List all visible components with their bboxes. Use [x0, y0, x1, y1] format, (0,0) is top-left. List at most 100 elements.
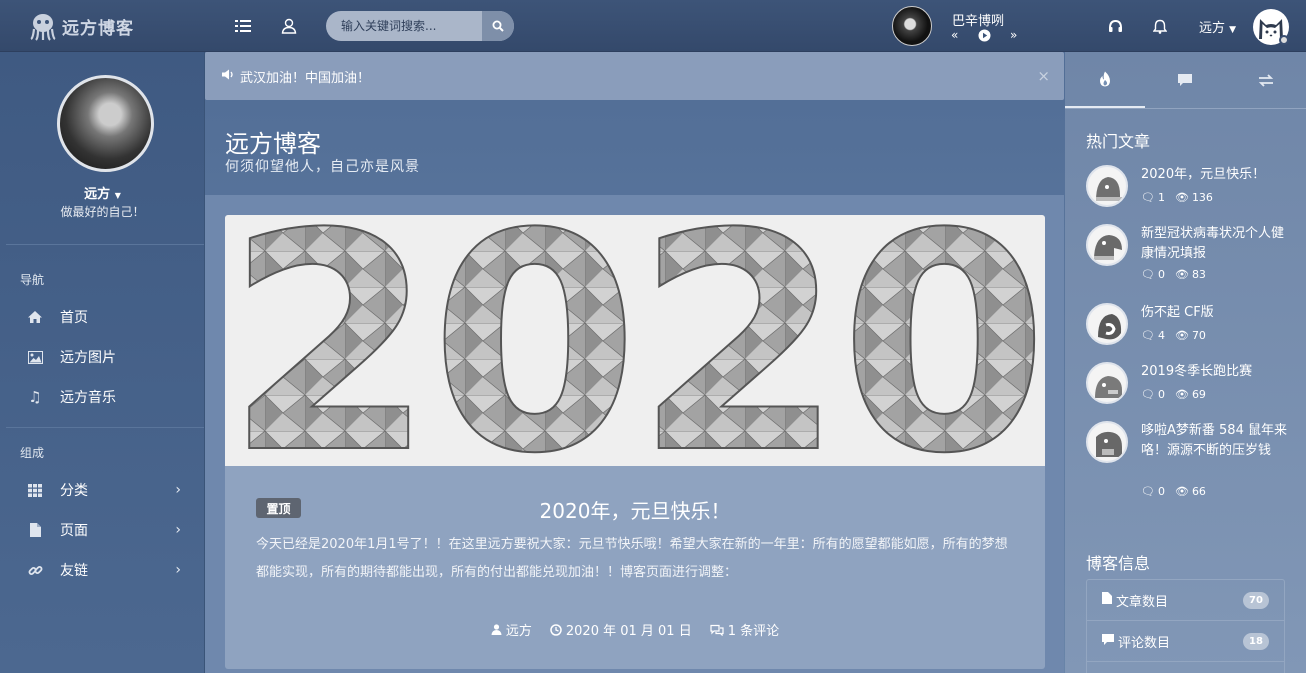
comment-icon	[1178, 74, 1193, 86]
hot-post-item[interactable]: 2020年，元旦快乐！ 🗨 1 👁 136	[1086, 165, 1296, 211]
hot-post-comments-count: 1	[1157, 191, 1165, 204]
hot-post-comments: 🗨 1	[1141, 191, 1165, 204]
info-count-badge: 70	[1243, 592, 1269, 609]
post-title[interactable]: 2020年，元旦快乐！	[225, 495, 1045, 524]
sidebar-item-links[interactable]: 友链 ›	[0, 550, 205, 590]
comments-icon: 🗨	[1141, 268, 1155, 281]
hot-post-views: 👁 69	[1175, 388, 1206, 401]
logo-text: 远方博客	[62, 18, 134, 39]
profile-name[interactable]: 远方 ▼	[0, 183, 205, 202]
profile-avatar[interactable]	[57, 75, 154, 172]
next-track-icon[interactable]: »	[1010, 28, 1017, 42]
hot-post-views: 👁 136	[1175, 191, 1213, 204]
hot-post-comments-count: 0	[1157, 268, 1165, 281]
post-author[interactable]: 远方	[491, 620, 532, 639]
post-cover-image[interactable]: 2020	[225, 215, 1045, 520]
top-header: 远方博客 巴辛博咧 « » 远方 ▼	[0, 0, 1306, 52]
music-title: 巴辛博咧	[952, 14, 1005, 29]
user-menu[interactable]: 远方 ▼	[1199, 17, 1236, 36]
eye-icon: 👁	[1174, 329, 1189, 342]
hot-post-thumb	[1086, 303, 1128, 345]
hot-post-views-count: 66	[1191, 485, 1206, 498]
toggle-sidebar-icon[interactable]	[233, 16, 253, 36]
hot-post-comments: 🗨 0	[1141, 388, 1165, 401]
grid-icon	[25, 483, 45, 497]
exchange-icon	[1258, 73, 1273, 87]
sidebar-item-categories[interactable]: 分类 ›	[0, 470, 205, 510]
user-icon[interactable]	[279, 16, 299, 36]
page-title: 远方博客	[225, 130, 321, 158]
hot-post-item[interactable]: 伤不起 CF版 🗨 4 👁 70	[1086, 303, 1296, 349]
right-sidebar: 热门文章 2020年，元旦快乐！ 🗨 1 👁 136 新型冠状病毒状况个人健康情况填…	[1065, 52, 1306, 673]
hot-post-stats: 🗨 0 👁 66	[1141, 485, 1206, 498]
bell-icon[interactable]	[1150, 16, 1170, 36]
hot-post-item[interactable]: 2019冬季长跑比赛 🗨 0 👁 69	[1086, 362, 1296, 408]
post-meta: 远方 2020 年 01 月 01 日 1 条评论	[225, 620, 1045, 639]
search-input[interactable]	[326, 11, 482, 41]
hot-post-comments-count: 0	[1157, 485, 1165, 498]
user-menu-label: 远方	[1199, 21, 1226, 36]
sidebar-item-home[interactable]: 首页	[0, 297, 205, 337]
blog-info-list: 文章数目 70 评论数目 18	[1086, 579, 1285, 673]
sidebar-item-label: 分类	[60, 483, 88, 499]
sidebar-item-music[interactable]: ♫ 远方音乐	[0, 377, 205, 417]
headphones-icon[interactable]	[1105, 16, 1125, 36]
music-cover[interactable]	[892, 6, 932, 46]
comments-icon: 🗨	[1141, 329, 1155, 342]
blog-info-heading: 博客信息	[1086, 554, 1151, 573]
prev-track-icon[interactable]: «	[951, 28, 958, 42]
close-icon[interactable]: ×	[1037, 67, 1050, 85]
chevron-right-icon: ›	[175, 522, 181, 538]
hot-post-thumb	[1086, 165, 1128, 207]
search-button[interactable]	[482, 11, 514, 41]
tab-comments[interactable]	[1145, 52, 1225, 108]
hot-post-views-count: 69	[1191, 388, 1206, 401]
image-icon	[25, 350, 45, 364]
post-card: 2020 置顶 2020年，元旦快乐！ 今天已经是2020年1月1号了！！在这里…	[225, 215, 1045, 669]
hot-post-comments: 🗨 4	[1141, 329, 1165, 342]
sidebar-item-label: 远方图片	[60, 350, 116, 366]
sidebar-item-pages[interactable]: 页面 ›	[0, 510, 205, 550]
divider	[6, 427, 204, 428]
tab-random[interactable]	[1226, 52, 1306, 108]
site-logo[interactable]: 远方博客	[28, 10, 134, 42]
search-box	[326, 11, 514, 41]
file-icon	[25, 523, 45, 537]
hot-post-comments-count: 0	[1157, 388, 1165, 401]
profile-name-label: 远方	[84, 187, 111, 202]
home-icon	[25, 310, 45, 324]
hot-post-views: 👁 66	[1175, 485, 1206, 498]
speaker-icon	[222, 69, 236, 84]
hot-post-stats: 🗨 1 👁 136	[1141, 191, 1213, 204]
hot-post-thumb	[1086, 421, 1128, 463]
hot-post-item[interactable]: 哆啦A梦新番 584 鼠年来咯！源源不断的压岁钱 🗨 0 👁 66	[1086, 421, 1296, 505]
eye-icon: 👁	[1174, 388, 1189, 401]
hot-post-views: 👁 70	[1175, 329, 1206, 342]
hot-post-views: 👁 83	[1175, 268, 1206, 281]
online-status-dot	[1279, 35, 1289, 45]
page-subtitle: 何须仰望他人，自己亦是风景	[225, 159, 420, 175]
user-icon	[491, 624, 502, 635]
hot-post-item[interactable]: 新型冠状病毒状况个人健康情况填报 🗨 0 👁 83	[1086, 224, 1296, 288]
post-excerpt: 今天已经是2020年1月1号了！！在这里远方要祝大家：元旦节快乐哦！希望大家在新…	[256, 537, 1008, 580]
tab-hot[interactable]	[1065, 52, 1146, 108]
hot-post-views-count: 83	[1191, 268, 1206, 281]
info-row-more	[1087, 662, 1284, 673]
octopus-logo-icon	[30, 14, 56, 41]
info-label: 文章数目	[1116, 594, 1169, 610]
left-sidebar: 远方 ▼ 做最好的自己！ 导航 首页 远方图片 ♫ 远方音乐 组成 分类 › 页…	[0, 52, 205, 673]
post-comments-text: 1 条评论	[727, 624, 780, 639]
hot-post-views-count: 70	[1191, 329, 1206, 342]
music-icon: ♫	[28, 388, 42, 406]
sidebar-item-images[interactable]: 远方图片	[0, 337, 205, 377]
post-comments[interactable]: 1 条评论	[710, 620, 779, 639]
fire-icon	[1100, 71, 1111, 87]
hot-post-stats: 🗨 4 👁 70	[1141, 329, 1206, 342]
hot-post-thumb	[1086, 362, 1128, 404]
notice-text: 武汉加油！中国加油！	[240, 70, 371, 86]
play-icon[interactable]	[978, 29, 991, 45]
comments-icon: 🗨	[1141, 485, 1155, 498]
file-icon	[1102, 592, 1112, 608]
info-label: 评论数目	[1118, 635, 1171, 651]
sidebar-item-label: 远方音乐	[60, 390, 116, 406]
